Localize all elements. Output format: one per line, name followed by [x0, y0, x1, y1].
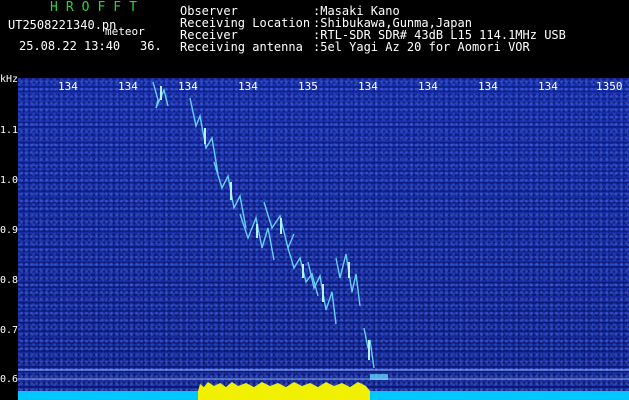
x-tick-2: 134: [118, 80, 138, 93]
y-axis-unit: kHz: [0, 74, 19, 85]
x-tick-8: 134: [478, 80, 498, 93]
y-tick-0-7: 0.7: [0, 325, 19, 336]
count-label: 36.: [140, 39, 162, 53]
x-tick-6: 134: [358, 80, 378, 93]
meteor-burst-base: [198, 391, 370, 400]
y-tick-1-1: 1.1: [0, 125, 19, 136]
x-tick-3: 134: [178, 80, 198, 93]
meteor-echo-dots: [160, 86, 370, 360]
x-tick-7: 134: [418, 80, 438, 93]
meteor-type-label: meteor: [105, 25, 145, 38]
x-tick-9: 134: [538, 80, 558, 93]
antenna-label: Receiving antenna: [180, 40, 303, 54]
burst-tail: [370, 374, 388, 380]
x-tick-10: 1350: [596, 80, 623, 93]
meteor-burst: [198, 382, 370, 391]
header-panel: HROFFT UT2508221340.pn meteor 25.08.22 1…: [0, 0, 629, 78]
spectrogram-canvas: [18, 78, 629, 400]
x-tick-4: 134: [238, 80, 258, 93]
y-tick-0-8: 0.8: [0, 275, 19, 286]
antenna-value: :5el Yagi Az 20 for Aomori VOR: [313, 40, 530, 54]
y-tick-0-9: 0.9: [0, 225, 19, 236]
x-tick-5: 135: [298, 80, 318, 93]
spectrogram-svg: [18, 81, 629, 400]
y-tick-0-6: 0.6: [0, 374, 19, 385]
meteor-echo-trail: [152, 81, 375, 369]
app-title: HROFFT: [50, 0, 145, 15]
filename-label: UT2508221340.pn: [8, 18, 117, 32]
y-tick-1-0: 1.0: [0, 175, 19, 186]
x-tick-1: 134: [58, 80, 78, 93]
datetime-label: 25.08.22 13:40: [19, 39, 121, 53]
